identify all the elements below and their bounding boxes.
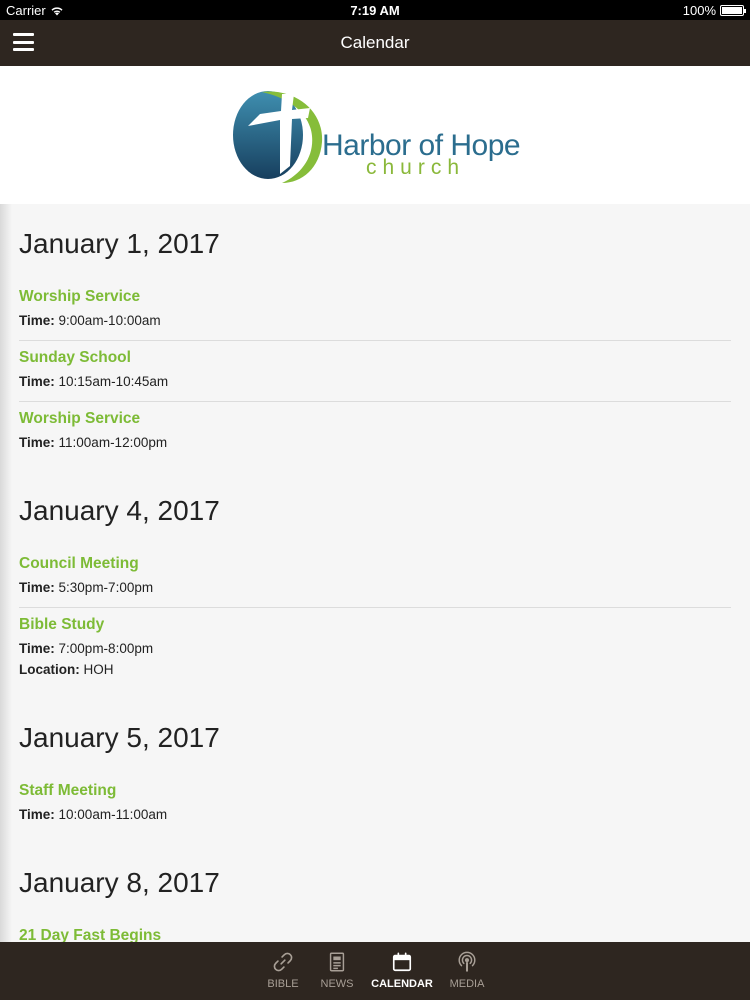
time-label: Time: [19, 807, 55, 822]
navigation-bar: Calendar [0, 20, 750, 66]
tab-label: BIBLE [267, 978, 299, 990]
link-icon [273, 952, 293, 972]
time-value: 9:00am-10:00am [58, 313, 161, 328]
logo-subtitle: church [366, 156, 466, 179]
event-time: Time: 10:15am-10:45am [19, 371, 731, 392]
location-label: Location: [19, 662, 80, 677]
tab-label: NEWS [320, 978, 354, 990]
event-item[interactable]: Staff Meeting Time: 10:00am-11:00am [19, 774, 731, 834]
day-date: January 5, 2017 [19, 722, 220, 753]
tab-news[interactable]: NEWS [317, 942, 357, 1000]
status-bar: Carrier 7:19 AM 100% [0, 0, 750, 20]
time-value: 10:00am-11:00am [58, 807, 168, 822]
event-title[interactable]: Council Meeting [19, 555, 731, 573]
time-value: 10:15am-10:45am [58, 374, 169, 389]
church-logo-banner: Harbor of Hope church [0, 66, 750, 204]
status-time: 7:19 AM [350, 3, 400, 18]
time-value: 7:00pm-8:00pm [58, 641, 154, 656]
tab-bar: BIBLE NEWS CALENDAR MEDIA [0, 942, 750, 1000]
event-time: Time: 7:00pm-8:00pm [19, 638, 731, 659]
page-title: Calendar [340, 33, 410, 52]
day-date: January 1, 2017 [19, 228, 220, 259]
day-section: January 1, 2017 Worship Service Time: 9:… [0, 228, 750, 462]
event-time: Time: 9:00am-10:00am [19, 310, 731, 331]
event-title[interactable]: 21 Day Fast Begins [19, 927, 731, 942]
time-label: Time: [19, 580, 55, 595]
time-label: Time: [19, 435, 55, 450]
battery-indicator: 100% [682, 3, 746, 18]
time-value: 11:00am-12:00pm [58, 435, 168, 450]
event-time: Time: 10:00am-11:00am [19, 804, 731, 825]
battery-icon [720, 5, 746, 16]
time-label: Time: [19, 641, 55, 656]
time-label: Time: [19, 313, 55, 328]
tab-label: CALENDAR [371, 978, 433, 990]
event-title[interactable]: Bible Study [19, 616, 731, 634]
event-item[interactable]: Bible Study Time: 7:00pm-8:00pm Location… [19, 608, 731, 689]
calendar-icon [392, 952, 412, 972]
calendar-scroll-area[interactable]: Harbor of Hope church January 1, 2017 Wo… [0, 66, 750, 942]
tab-bible[interactable]: BIBLE [263, 942, 303, 1000]
event-item[interactable]: Worship Service Time: 9:00am-10:00am [19, 280, 731, 341]
event-time: Time: 5:30pm-7:00pm [19, 577, 731, 598]
event-title[interactable]: Sunday School [19, 349, 731, 367]
podcast-icon [458, 951, 476, 972]
event-item[interactable]: Worship Service Time: 11:00am-12:00pm [19, 402, 731, 462]
tab-calendar[interactable]: CALENDAR [371, 942, 433, 1000]
tab-media[interactable]: MEDIA [447, 942, 487, 1000]
day-section: January 5, 2017 Staff Meeting Time: 10:0… [0, 722, 750, 834]
event-location: Location: HOH [19, 659, 731, 680]
day-section: January 8, 2017 21 Day Fast Begins [0, 867, 750, 942]
event-title[interactable]: Worship Service [19, 410, 731, 428]
day-section: January 4, 2017 Council Meeting Time: 5:… [0, 495, 750, 689]
tab-label: MEDIA [449, 978, 485, 990]
location-value: HOH [83, 662, 114, 677]
event-item[interactable]: Council Meeting Time: 5:30pm-7:00pm [19, 547, 731, 608]
time-value: 5:30pm-7:00pm [58, 580, 154, 595]
event-title[interactable]: Worship Service [19, 288, 731, 306]
day-date: January 8, 2017 [19, 867, 220, 898]
event-time: Time: 11:00am-12:00pm [19, 432, 731, 453]
news-icon [329, 952, 345, 972]
event-title[interactable]: Staff Meeting [19, 782, 731, 800]
event-item[interactable]: 21 Day Fast Begins [19, 919, 731, 942]
day-date: January 4, 2017 [19, 495, 220, 526]
time-label: Time: [19, 374, 55, 389]
battery-percent: 100% [682, 3, 716, 18]
event-item[interactable]: Sunday School Time: 10:15am-10:45am [19, 341, 731, 402]
church-logo-icon [233, 91, 323, 183]
